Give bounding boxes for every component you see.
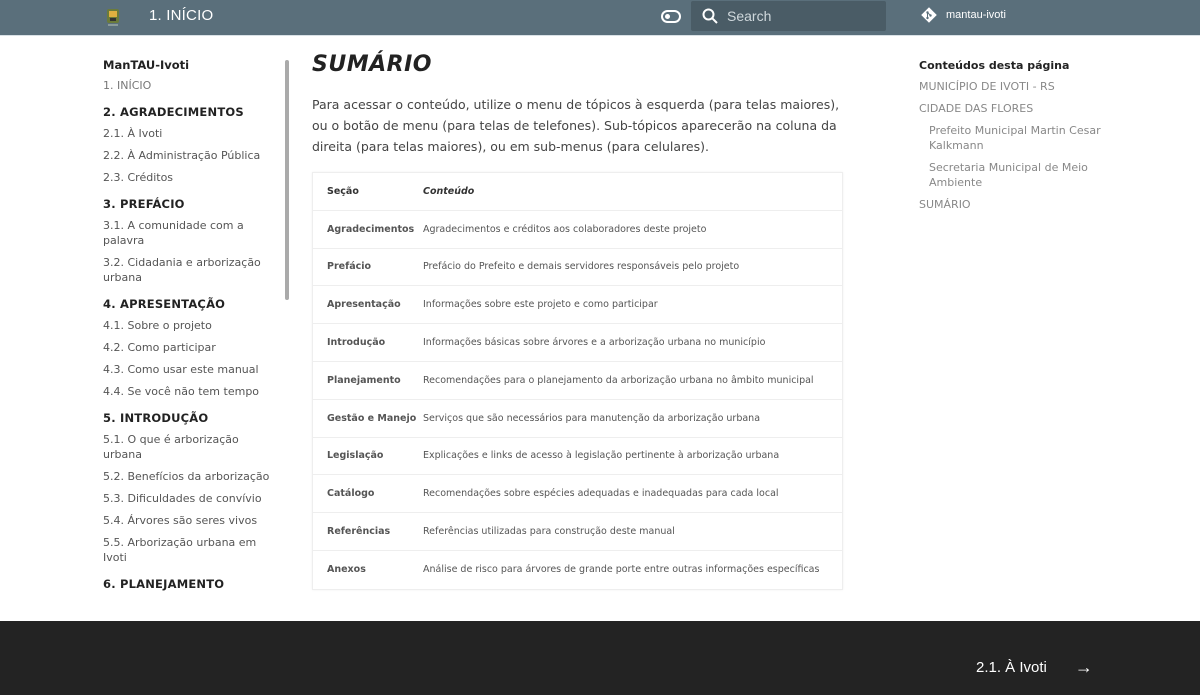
cell-conteudo: Recomendações sobre espécies adequadas e… bbox=[423, 488, 779, 500]
sidebar-item[interactable]: 4.4. Se você não tem tempo bbox=[103, 384, 278, 399]
toc-item-cidade-das-flores[interactable]: CIDADE DAS FLORES bbox=[919, 101, 1104, 116]
cell-conteudo: Recomendações para o planejamento da arb… bbox=[423, 374, 814, 386]
cell-conteudo: Análise de risco para árvores de grande … bbox=[423, 564, 820, 576]
site-title[interactable]: ManTAU-Ivoti bbox=[103, 58, 278, 72]
cell-conteudo: Informações básicas sobre árvores e a ar… bbox=[423, 337, 766, 349]
cell-secao: Prefácio bbox=[327, 261, 372, 273]
table-row: Gestão e Manejo Serviços que são necessá… bbox=[313, 400, 842, 438]
cell-secao: Catálogo bbox=[327, 488, 375, 500]
git-icon bbox=[921, 7, 937, 23]
theme-toggle-icon[interactable] bbox=[661, 10, 681, 23]
toc-item-prefeito[interactable]: Prefeito Municipal Martin Cesar Kalkmann bbox=[919, 123, 1104, 153]
sidebar-item[interactable]: 3.2. Cidadania e arborização urbana bbox=[103, 255, 278, 285]
search-input[interactable] bbox=[727, 1, 882, 31]
table-row: Catálogo Recomendações sobre espécies ad… bbox=[313, 475, 842, 514]
cell-conteudo: Explicações e links de acesso à legislaç… bbox=[423, 450, 780, 462]
cell-conteudo: Referências utilizadas para construção d… bbox=[423, 526, 675, 538]
summary-table: Seção Conteúdo Agradecimentos Agradecime… bbox=[312, 172, 843, 590]
table-row: Referências Referências utilizadas para … bbox=[313, 513, 842, 551]
table-header-row: Seção Conteúdo bbox=[313, 173, 842, 211]
sidebar-nav: ManTAU-Ivoti 1. INÍCIO 2. AGRADECIMENTOS… bbox=[103, 58, 278, 598]
search-box[interactable] bbox=[691, 1, 886, 31]
sidebar-item[interactable]: 5.5. Arborização urbana em Ivoti bbox=[103, 535, 278, 565]
sidebar-item[interactable]: 5.3. Dificuldades de convívio bbox=[103, 491, 278, 506]
cell-secao: Referências bbox=[327, 526, 391, 538]
column-header-conteudo: Conteúdo bbox=[423, 185, 475, 197]
table-row: Prefácio Prefácio do Prefeito e demais s… bbox=[313, 249, 842, 287]
sidebar-section-apresentacao[interactable]: 4. APRESENTAÇÃO bbox=[103, 297, 278, 311]
sidebar-item[interactable]: 4.3. Como usar este manual bbox=[103, 362, 278, 377]
page-title: SUMÁRIO bbox=[312, 52, 432, 77]
toc-item-municipio[interactable]: MUNICÍPIO DE IVOTI - RS bbox=[919, 79, 1104, 94]
toc-title: Conteúdos desta página bbox=[919, 59, 1070, 72]
cell-secao: Agradecimentos bbox=[327, 223, 415, 235]
top-header: 1. INÍCIO mantau-ivoti bbox=[0, 0, 1200, 36]
sidebar-item[interactable]: 2.1. À Ivoti bbox=[103, 126, 278, 141]
sidebar-item[interactable]: 5.1. O que é arborização urbana bbox=[103, 432, 278, 462]
cell-secao: Legislação bbox=[327, 450, 384, 462]
cell-secao: Anexos bbox=[327, 564, 366, 576]
logo-icon[interactable] bbox=[106, 7, 120, 27]
cell-conteudo: Agradecimentos e créditos aos colaborado… bbox=[423, 223, 707, 235]
toc-item-secretaria[interactable]: Secretaria Municipal de Meio Ambiente bbox=[919, 160, 1104, 190]
toc-item-sumario[interactable]: SUMÁRIO bbox=[919, 197, 1104, 212]
sidebar-section-planejamento[interactable]: 6. PLANEJAMENTO bbox=[103, 577, 278, 591]
repo-name: mantau-ivoti bbox=[946, 9, 1006, 21]
sidebar-item-inicio[interactable]: 1. INÍCIO bbox=[103, 78, 278, 93]
arrow-right-icon: → bbox=[1074, 657, 1093, 677]
table-row: Introdução Informações básicas sobre árv… bbox=[313, 324, 842, 362]
intro-paragraph: Para acessar o conteúdo, utilize o menu … bbox=[312, 97, 840, 154]
search-icon bbox=[702, 8, 718, 24]
sidebar-item[interactable]: 5.4. Árvores são seres vivos bbox=[103, 513, 278, 528]
sidebar-section-introducao[interactable]: 5. INTRODUÇÃO bbox=[103, 411, 278, 425]
next-page-label: 2.1. À Ivoti bbox=[976, 659, 1047, 676]
sidebar-item[interactable]: 2.2. À Administração Pública bbox=[103, 148, 278, 163]
page-toc: Conteúdos desta página MUNICÍPIO DE IVOT… bbox=[919, 59, 1104, 219]
sidebar-item[interactable]: 4.1. Sobre o projeto bbox=[103, 318, 278, 333]
table-row: Anexos Análise de risco para árvores de … bbox=[313, 551, 842, 589]
sidebar-section-prefacio[interactable]: 3. PREFÁCIO bbox=[103, 197, 278, 211]
cell-secao: Gestão e Manejo bbox=[327, 412, 417, 424]
header-title[interactable]: 1. INÍCIO bbox=[149, 7, 213, 24]
table-row: Planejamento Recomendações para o planej… bbox=[313, 362, 842, 400]
cell-conteudo: Serviços que são necessários para manute… bbox=[423, 412, 761, 424]
sidebar-section-agradecimentos[interactable]: 2. AGRADECIMENTOS bbox=[103, 105, 278, 119]
repo-link[interactable]: mantau-ivoti bbox=[920, 6, 1006, 24]
sidebar-item[interactable]: 3.1. A comunidade com a palavra bbox=[103, 218, 278, 248]
table-row: Agradecimentos Agradecimentos e créditos… bbox=[313, 211, 842, 249]
cell-conteudo: Prefácio do Prefeito e demais servidores… bbox=[423, 261, 740, 273]
column-header-secao: Seção bbox=[327, 185, 359, 197]
cell-secao: Apresentação bbox=[327, 299, 401, 311]
next-page-link[interactable]: 2.1. À Ivoti → bbox=[976, 657, 1093, 678]
cell-secao: Planejamento bbox=[327, 374, 401, 386]
sidebar-item[interactable]: 2.3. Créditos bbox=[103, 170, 278, 185]
cell-secao: Introdução bbox=[327, 337, 386, 349]
table-row: Legislação Explicações e links de acesso… bbox=[313, 438, 842, 476]
table-row: Apresentação Informações sobre este proj… bbox=[313, 286, 842, 325]
sidebar-item[interactable]: 5.2. Benefícios da arborização bbox=[103, 469, 278, 484]
sidebar-item[interactable]: 4.2. Como participar bbox=[103, 340, 278, 355]
sidebar-scrollbar[interactable] bbox=[285, 60, 289, 300]
cell-conteudo: Informações sobre este projeto e como pa… bbox=[423, 299, 658, 311]
footer: 2.1. À Ivoti → bbox=[0, 621, 1200, 695]
